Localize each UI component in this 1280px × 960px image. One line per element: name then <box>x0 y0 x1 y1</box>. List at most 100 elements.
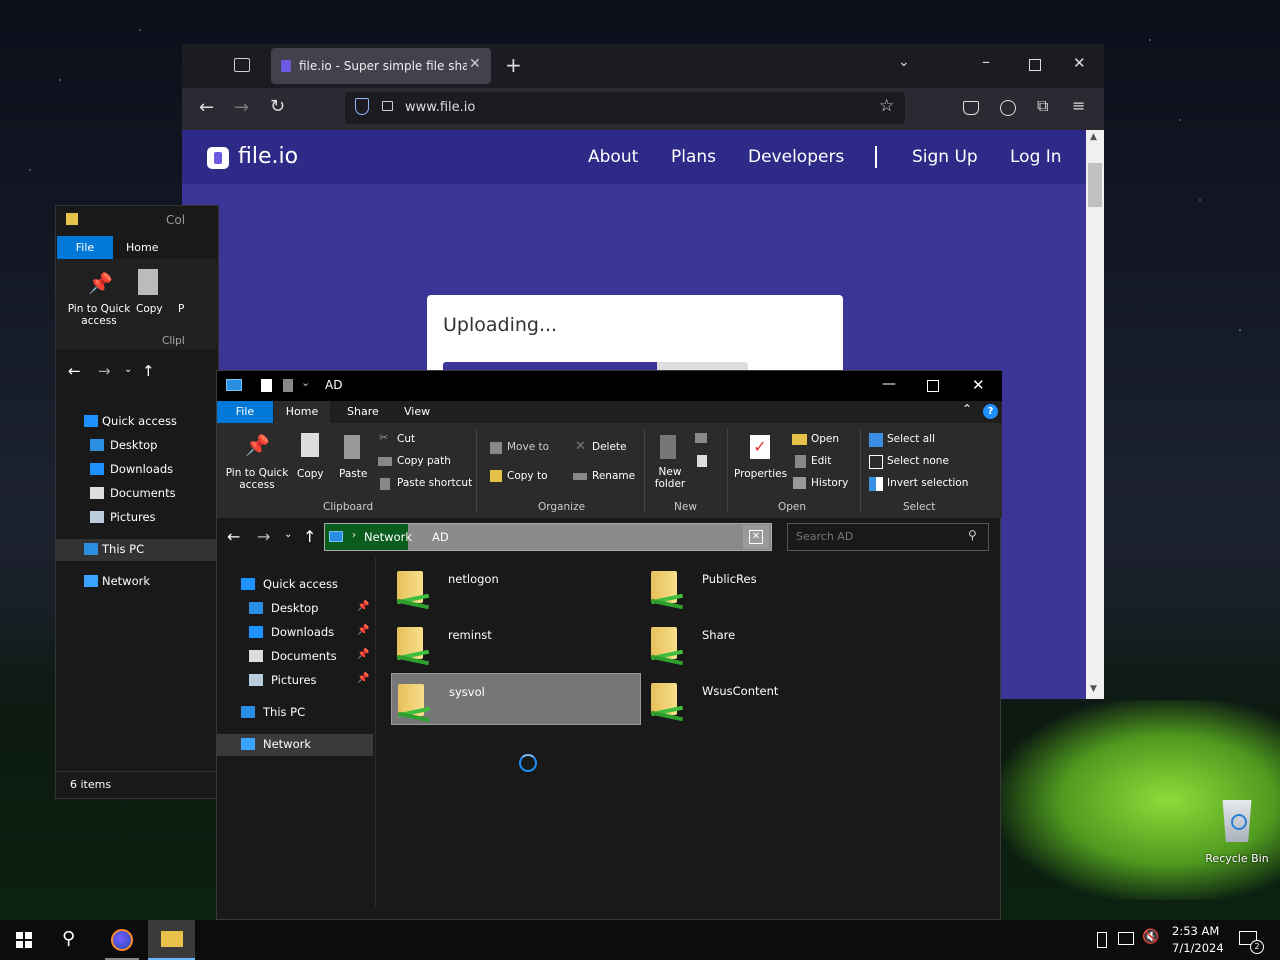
rename-button[interactable]: Rename <box>592 470 635 482</box>
address-clear-button[interactable]: ✕ <box>743 525 769 549</box>
tab-file[interactable]: File <box>217 401 273 423</box>
account-icon[interactable] <box>1000 100 1016 116</box>
list-item[interactable]: reminst <box>391 617 641 669</box>
maximize-icon[interactable] <box>1029 59 1041 71</box>
properties-qat-icon[interactable] <box>261 379 272 392</box>
address-crumb-network[interactable]: Network <box>364 530 412 544</box>
nav-item-this-pc[interactable]: This PC <box>217 702 373 724</box>
delete-icon[interactable]: ✕ <box>575 439 586 454</box>
nav-developers[interactable]: Developers <box>748 147 844 167</box>
easy-access-icon[interactable] <box>697 455 707 467</box>
select-all-button[interactable]: Select all <box>887 433 935 445</box>
reload-icon[interactable]: ↻ <box>270 96 285 117</box>
copy-button[interactable]: Copy <box>297 468 324 480</box>
back-pin-label[interactable]: Pin to Quick access <box>64 303 134 327</box>
start-windows-icon[interactable] <box>16 932 32 948</box>
pocket-icon[interactable] <box>963 101 979 115</box>
back-tab-file[interactable]: File <box>57 236 113 259</box>
scroll-up-icon[interactable]: ▲ <box>1090 132 1097 142</box>
back-nav-item-pictures[interactable]: Pictures <box>56 507 218 529</box>
edit-icon[interactable] <box>795 455 806 468</box>
nav-about[interactable]: About <box>588 147 638 167</box>
back-nav-item-desktop[interactable]: Desktop <box>56 435 218 457</box>
address-bar[interactable]: › Network AD ✕ <box>324 523 772 551</box>
network-tray-icon[interactable] <box>1118 932 1134 945</box>
clock-date[interactable]: 7/1/2024 <box>1172 941 1224 955</box>
explorer-close-icon[interactable]: ✕ <box>972 376 985 394</box>
browser-tab[interactable]: file.io - Super simple file sharing ✕ <box>271 48 491 84</box>
list-item[interactable]: Share <box>645 617 895 669</box>
search-box[interactable]: ⚲ <box>787 523 989 551</box>
address-crumb-ad[interactable]: AD <box>432 530 449 544</box>
pin-icon[interactable]: 📌 <box>357 625 369 636</box>
tab-share[interactable]: Share <box>347 405 379 418</box>
nav-log-in[interactable]: Log In <box>1010 147 1062 167</box>
paste-icon[interactable] <box>344 435 360 459</box>
qat-dropdown-icon[interactable]: ⌄ <box>301 376 310 389</box>
tab-close-icon[interactable]: ✕ <box>469 56 481 72</box>
back-nav-item-documents[interactable]: Documents <box>56 483 218 505</box>
history-icon[interactable] <box>793 477 806 489</box>
back-paste-label[interactable]: P <box>178 303 184 315</box>
clock-time[interactable]: 2:53 AM <box>1172 924 1219 938</box>
select-none-icon[interactable] <box>869 455 883 469</box>
ribbon-collapse-icon[interactable]: ⌃ <box>962 402 972 416</box>
taskbar-file-explorer[interactable] <box>148 920 195 960</box>
pin-icon[interactable]: 📌 <box>245 433 270 457</box>
shield-icon[interactable] <box>355 98 369 115</box>
paste-shortcut-icon[interactable] <box>380 478 390 490</box>
rename-icon[interactable] <box>573 473 587 480</box>
taskbar-search-icon[interactable]: ⚲ <box>62 928 75 949</box>
back-nav-item-network[interactable]: Network <box>56 571 218 593</box>
scroll-down-icon[interactable]: ▼ <box>1090 684 1097 694</box>
edit-button[interactable]: Edit <box>811 455 831 467</box>
properties-button[interactable]: Properties <box>734 468 787 480</box>
open-icon[interactable] <box>792 434 807 445</box>
invert-selection-icon[interactable] <box>869 477 883 491</box>
pin-to-quick-access-button[interactable]: Pin to Quick access <box>220 467 294 491</box>
taskbar-firefox[interactable] <box>97 920 147 960</box>
url-bar[interactable]: www.file.io ☆ <box>345 92 905 124</box>
nav-back-icon[interactable]: ← <box>227 527 240 546</box>
explorer-minimize-icon[interactable]: — <box>882 376 896 392</box>
back-copy-label[interactable]: Copy <box>136 303 163 315</box>
back-nav-item-this-pc[interactable]: This PC <box>56 539 218 561</box>
list-item[interactable]: WsusContent <box>645 673 895 725</box>
help-icon[interactable]: ? <box>983 404 998 419</box>
back-nav-item-downloads[interactable]: Downloads <box>56 459 218 481</box>
bookmark-star-icon[interactable]: ☆ <box>879 96 894 116</box>
move-to-icon[interactable] <box>490 442 502 454</box>
list-item[interactable]: netlogon <box>391 561 641 613</box>
nav-recent-chevron-icon[interactable]: ⌄ <box>284 529 292 540</box>
list-item[interactable]: sysvol <box>391 673 641 725</box>
back-nav-back-icon[interactable]: ← <box>68 362 81 380</box>
recycle-bin[interactable]: Recycle Bin <box>1205 800 1269 865</box>
site-logo[interactable]: file.io <box>238 144 298 169</box>
nav-item-pictures[interactable]: Pictures 📌 <box>217 670 373 692</box>
tab-overview-icon[interactable] <box>234 58 250 72</box>
nav-plans[interactable]: Plans <box>671 147 716 167</box>
pin-icon[interactable]: 📌 <box>357 673 369 684</box>
new-folder-qat-icon[interactable] <box>283 379 293 392</box>
copy-path-icon[interactable] <box>378 457 392 466</box>
nav-item-network[interactable]: Network <box>217 734 373 756</box>
forward-icon[interactable]: → <box>234 97 249 118</box>
volume-muted-icon[interactable]: 🔇 <box>1142 929 1159 945</box>
nav-item-downloads[interactable]: Downloads 📌 <box>217 622 373 644</box>
properties-icon[interactable]: ✓ <box>750 435 770 459</box>
nav-up-icon[interactable]: ↑ <box>303 527 316 546</box>
scroll-thumb[interactable] <box>1088 163 1102 207</box>
search-input[interactable] <box>794 529 958 544</box>
back-tab-home[interactable]: Home <box>126 241 158 254</box>
invert-selection-button[interactable]: Invert selection <box>887 477 968 489</box>
cut-icon[interactable]: ✂ <box>379 431 388 444</box>
back-icon[interactable]: ← <box>199 97 214 118</box>
minimize-icon[interactable]: – <box>982 52 990 71</box>
extensions-icon[interactable]: ⧉ <box>1037 96 1048 116</box>
new-folder-button[interactable]: New folder <box>650 466 690 490</box>
cut-button[interactable]: Cut <box>397 433 415 445</box>
nav-item-desktop[interactable]: Desktop 📌 <box>217 598 373 620</box>
select-all-icon[interactable] <box>869 433 883 447</box>
copy-path-button[interactable]: Copy path <box>397 455 451 467</box>
copy-to-button[interactable]: Copy to <box>507 470 548 482</box>
